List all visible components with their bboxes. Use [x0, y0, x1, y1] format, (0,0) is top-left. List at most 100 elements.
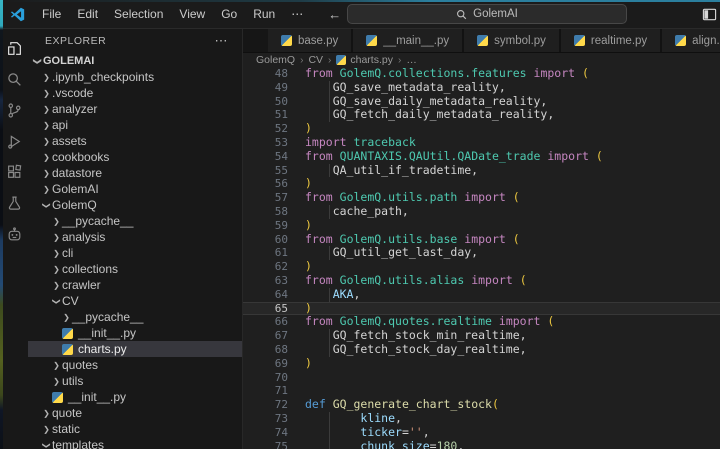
tab---main---py[interactable]: __main__.py	[353, 29, 464, 52]
code-line-75: 75 chunk_size=180,	[243, 440, 720, 449]
tab-scroll-gap	[243, 29, 268, 52]
tree-item-quotes[interactable]: ❯quotes	[28, 357, 242, 373]
tree-item-label: crawler	[62, 278, 101, 292]
tree-item-templates[interactable]: ❯templates	[28, 437, 242, 449]
line-content: )	[305, 302, 312, 316]
token: GQ_save_daily_metadata_reality,	[305, 94, 547, 108]
tree-item-golemq[interactable]: ❯GolemQ	[28, 197, 242, 213]
token: (	[513, 232, 520, 246]
token	[333, 190, 340, 204]
chevron-right-icon: ❯	[51, 281, 62, 290]
python-file-icon	[675, 35, 686, 46]
menu-item-run[interactable]: Run	[245, 4, 283, 24]
tree-item-datastore[interactable]: ❯datastore	[28, 165, 242, 181]
code-line-67: 67 GQ_fetch_stock_min_realtime,	[243, 329, 720, 343]
line-number: 69	[243, 357, 305, 371]
line-number: 58	[243, 205, 305, 219]
source-control-icon[interactable]	[0, 95, 28, 126]
tree-item-label: collections	[62, 262, 118, 276]
indent-guide	[329, 329, 330, 343]
line-content: GQ_util_get_last_day,	[305, 246, 478, 260]
explorer-icon[interactable]	[0, 33, 28, 64]
tree-item-cv[interactable]: ❯CV	[28, 293, 242, 309]
code-line-65: 65)	[243, 302, 720, 316]
tree-item--ipynb-checkpoints[interactable]: ❯.ipynb_checkpoints	[28, 69, 242, 85]
token	[305, 411, 360, 425]
line-number: 60	[243, 233, 305, 247]
run-and-debug-icon[interactable]	[0, 126, 28, 157]
customize-layout-icon[interactable]	[702, 7, 717, 22]
token	[589, 149, 596, 163]
line-content: )	[305, 177, 312, 191]
tree-item---pycache--[interactable]: ❯__pycache__	[28, 309, 242, 325]
token: kline	[360, 411, 395, 425]
menu-item-selection[interactable]: Selection	[106, 4, 171, 24]
line-content: GQ_fetch_stock_min_realtime,	[305, 329, 527, 343]
line-content: GQ_fetch_stock_day_realtime,	[305, 343, 527, 357]
tree-item-charts-py[interactable]: charts.py	[28, 341, 242, 357]
line-content: )	[305, 357, 312, 371]
token: import	[499, 314, 541, 328]
code-editor[interactable]: 48from GolemQ.collections.features impor…	[243, 67, 720, 449]
tab-label: __main__.py	[383, 35, 449, 47]
tree-item-cli[interactable]: ❯cli	[28, 245, 242, 261]
token: =	[430, 439, 437, 449]
menu-item-[interactable]: ⋯	[283, 4, 311, 24]
desktop-edge-top	[0, 0, 720, 2]
breadcrumb-item-[interactable]: …	[406, 54, 417, 66]
menu-item-view[interactable]: View	[171, 4, 213, 24]
tab-align-py[interactable]: align.py	[662, 29, 720, 52]
indent-guide	[329, 95, 330, 109]
chat-robot-icon[interactable]	[0, 219, 28, 250]
tab-symbol-py[interactable]: symbol.py	[464, 29, 561, 52]
explorer-more-actions-icon[interactable]: ⋯	[211, 33, 233, 49]
search-view-icon[interactable]	[0, 64, 28, 95]
menu-item-edit[interactable]: Edit	[69, 4, 106, 24]
breadcrumb-item-golemq[interactable]: GolemQ	[256, 54, 295, 66]
breadcrumb-item-cv[interactable]: CV	[308, 54, 323, 66]
code-line-63: 63from GolemQ.utils.alias import (	[243, 274, 720, 288]
tree-item-utils[interactable]: ❯utils	[28, 373, 242, 389]
menu-item-file[interactable]: File	[34, 4, 69, 24]
tab-realtime-py[interactable]: realtime.py	[561, 29, 662, 52]
token: 180	[437, 439, 458, 449]
token: )	[305, 259, 312, 273]
tree-item-crawler[interactable]: ❯crawler	[28, 277, 242, 293]
tree-item-assets[interactable]: ❯assets	[28, 133, 242, 149]
token: from	[305, 314, 333, 328]
token: (	[513, 190, 520, 204]
tree-item---init---py[interactable]: __init__.py	[28, 325, 242, 341]
tree-item-quote[interactable]: ❯quote	[28, 405, 242, 421]
tab-base-py[interactable]: base.py	[268, 29, 353, 52]
python-file-icon	[477, 35, 488, 46]
tree-item-static[interactable]: ❯static	[28, 421, 242, 437]
extensions-icon[interactable]	[0, 157, 28, 188]
back-icon[interactable]: ←	[321, 5, 348, 24]
tree-item-api[interactable]: ❯api	[28, 117, 242, 133]
tree-item---init---py[interactable]: __init__.py	[28, 389, 242, 405]
tree-item--vscode[interactable]: ❯.vscode	[28, 85, 242, 101]
desktop-edge-left	[0, 0, 3, 449]
tree-item-label: quote	[52, 406, 82, 420]
indent-guide	[329, 288, 330, 302]
code-line-71: 71	[243, 384, 720, 398]
chevron-right-icon: ❯	[51, 249, 62, 258]
tree-item-cookbooks[interactable]: ❯cookbooks	[28, 149, 242, 165]
line-number: 53	[243, 136, 305, 150]
tree-item---pycache--[interactable]: ❯__pycache__	[28, 213, 242, 229]
code-line-74: 74 ticker='',	[243, 426, 720, 440]
breadcrumb-label: charts.py	[350, 54, 393, 66]
tree-item-analyzer[interactable]: ❯analyzer	[28, 101, 242, 117]
tree-item-analysis[interactable]: ❯analysis	[28, 229, 242, 245]
tree-item-collections[interactable]: ❯collections	[28, 261, 242, 277]
token: QA_util_if_tradetime,	[305, 163, 478, 177]
tree-item-golemai[interactable]: ❯GolemAI	[28, 181, 242, 197]
workspace-root-folder[interactable]: ❯ GOLEMAI	[28, 53, 242, 69]
python-file-icon	[52, 392, 63, 403]
indent-guide	[329, 108, 330, 122]
token: GQ_generate_chart_stock	[333, 397, 492, 411]
breadcrumb-item-chartspy[interactable]: charts.py	[336, 54, 393, 66]
testing-icon[interactable]	[0, 188, 28, 219]
command-center[interactable]: GolemAI	[347, 4, 627, 24]
menu-item-go[interactable]: Go	[213, 4, 245, 24]
